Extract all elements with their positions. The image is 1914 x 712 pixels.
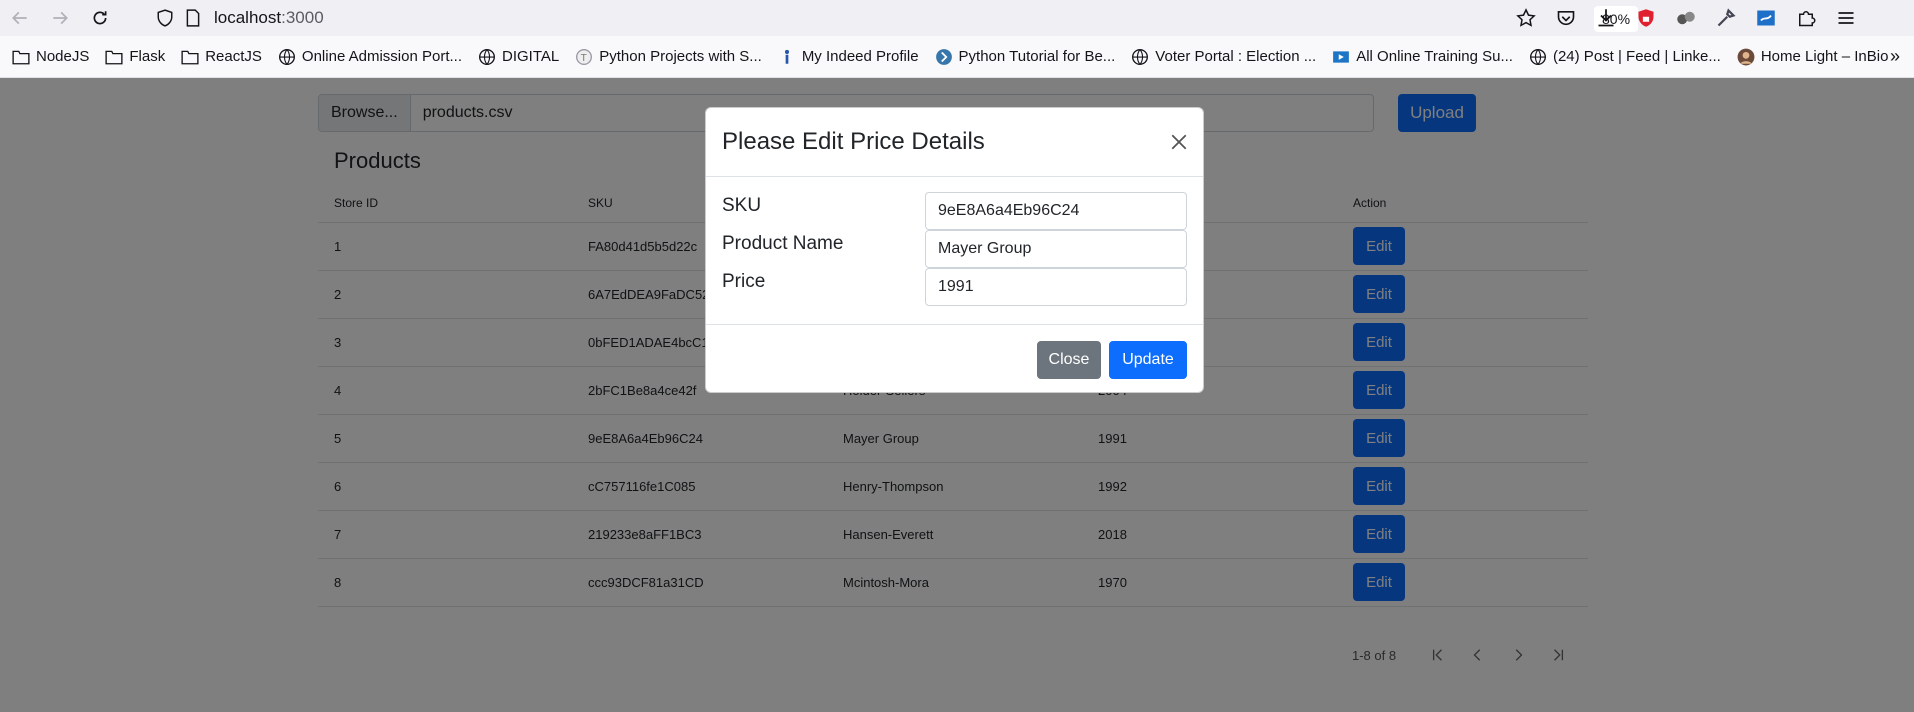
bookmark-label: Flask [129,48,166,65]
bookmark-label: ReactJS [205,48,262,65]
product-name-field[interactable]: Mayer Group [925,230,1187,268]
bookmark-flask[interactable]: Flask [101,42,169,72]
download-icon [1598,9,1614,27]
site-icon [935,48,952,65]
back-button[interactable] [0,0,40,36]
folder-icon [12,50,30,64]
svg-text:T: T [581,52,587,63]
update-button[interactable]: Update [1109,341,1187,379]
extensions-button[interactable] [1786,0,1826,36]
pocket-icon [1557,10,1575,25]
ublock-extension-button[interactable] [1626,0,1666,36]
modal-close-button[interactable] [1167,130,1191,154]
globe-icon [1132,48,1149,65]
sku-field[interactable]: 9eE8A6a4Eb96C24 [925,192,1187,230]
extension-dots-icon [1677,11,1695,25]
toolbar-icons [1506,0,1866,36]
extension-button-1[interactable] [1666,0,1706,36]
globe-icon [479,48,495,65]
screenshot-extension-button[interactable] [1746,0,1786,36]
eyedropper-icon [1717,8,1736,27]
shield-icon[interactable] [156,9,174,27]
bookmark-label: (24) Post | Feed | Linke... [1552,48,1721,65]
bookmark-nodejs[interactable]: NodeJS [8,42,93,72]
modal-footer: Close Update [706,325,1203,392]
sku-label: SKU [722,195,762,216]
globe-icon [1529,48,1546,65]
bookmark-digital[interactable]: DIGITAL [474,42,563,72]
puzzle-icon [1799,11,1816,27]
globe-icon [278,48,295,65]
bookmark-star-button[interactable] [1506,0,1546,36]
bookmark-voter-portal[interactable]: Voter Portal : Election ... [1127,42,1320,72]
bookmark-label: My Indeed Profile [801,48,919,65]
bookmark-python-projects[interactable]: T Python Projects with S... [571,42,766,72]
price-field[interactable]: 1991 [925,268,1187,306]
close-icon [1171,134,1187,150]
site-icon: T [576,48,593,65]
avatar-icon [1737,48,1755,65]
bookmarks-overflow-chevron-icon[interactable]: » [1890,46,1900,67]
url-bar[interactable]: localhost:3000 80% [144,2,1639,34]
bookmark-online-training[interactable]: All Online Training Su... [1328,42,1517,72]
eyedropper-button[interactable] [1706,0,1746,36]
video-icon [1333,50,1350,63]
pocket-button[interactable] [1546,0,1586,36]
bookmark-label: Voter Portal : Election ... [1155,48,1317,65]
url-text[interactable]: localhost:3000 [214,8,324,28]
hamburger-icon [1838,12,1854,24]
forward-button[interactable] [40,0,80,36]
modal-body: SKU 9eE8A6a4Eb96C24 Product Name Mayer G… [706,177,1203,325]
bookmark-online-admission[interactable]: Online Admission Port... [274,42,466,72]
menu-button[interactable] [1826,0,1866,36]
browser-toolbar: localhost:3000 80% [0,0,1914,36]
arrow-right-icon [53,11,68,25]
arrow-left-icon [12,11,27,25]
bookmarks-bar: NodeJS Flask ReactJS Online Admission Po… [0,36,1914,78]
modal-title: Please Edit Price Details [722,128,985,155]
modal-header: Please Edit Price Details [706,108,1203,177]
bookmark-label: NodeJS [36,48,90,65]
bookmark-home-light[interactable]: Home Light – InBio [1733,42,1893,72]
bookmark-linkedin[interactable]: (24) Post | Feed | Linke... [1525,42,1725,72]
bookmark-label: DIGITAL [502,48,560,65]
bookmark-reactjs[interactable]: ReactJS [177,42,266,72]
folder-icon [181,50,199,64]
downloads-button[interactable] [1586,0,1626,36]
bookmark-indeed[interactable]: My Indeed Profile [774,42,923,72]
bookmark-label: Home Light – InBio [1760,48,1889,65]
bookmark-label: Python Tutorial for Be... [958,48,1116,65]
price-label: Price [722,271,766,292]
close-button[interactable]: Close [1037,341,1101,379]
product-name-label: Product Name [722,233,844,254]
indeed-icon [784,49,789,64]
bookmark-label: All Online Training Su... [1356,48,1513,65]
reload-button[interactable] [80,0,120,36]
ublock-shield-icon [1638,9,1654,27]
bookmark-label: Python Projects with S... [599,48,762,65]
screenshot-icon [1757,10,1775,26]
edit-price-modal: Please Edit Price Details SKU 9eE8A6a4Eb… [705,107,1204,393]
folder-icon [105,50,123,64]
reload-icon [93,11,107,25]
bookmark-label: Online Admission Port... [301,48,462,65]
star-icon [1516,8,1536,27]
bookmark-python-tutorial[interactable]: Python Tutorial for Be... [931,42,1120,72]
page-icon[interactable] [184,9,202,27]
